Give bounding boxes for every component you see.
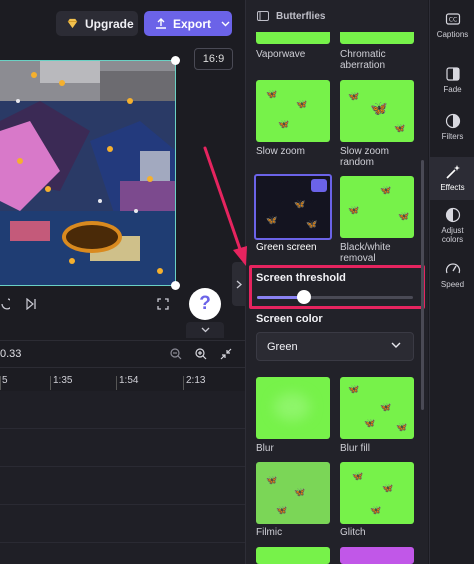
upgrade-button[interactable]: Upgrade bbox=[56, 11, 138, 36]
zoom-in-icon[interactable] bbox=[195, 348, 207, 360]
chevron-down-icon bbox=[201, 327, 209, 333]
editor-root: Upgrade Export 16:9 ? 0.33 5 1:35 1:54 2… bbox=[0, 0, 474, 564]
effect-thumb-black-white-removal[interactable]: 🦋 🦋 🦋 bbox=[340, 176, 414, 238]
effect-thumb[interactable] bbox=[256, 547, 330, 564]
rail-label: Adjust colors bbox=[441, 226, 464, 244]
slider-knob[interactable] bbox=[296, 290, 311, 304]
tick-line bbox=[116, 376, 117, 390]
video-preview[interactable] bbox=[0, 60, 176, 286]
timeline-track[interactable] bbox=[0, 429, 245, 467]
tick-line bbox=[0, 376, 1, 390]
chevron-right-icon bbox=[236, 280, 242, 288]
resize-handle-top[interactable] bbox=[171, 56, 180, 65]
properties-rail: CC Captions Fade Filters Effects Adjust … bbox=[429, 0, 474, 564]
aspect-ratio-button[interactable]: 16:9 bbox=[194, 48, 233, 70]
timeline-ruler: 5 1:35 1:54 2:13 bbox=[0, 367, 245, 391]
upload-icon bbox=[156, 17, 166, 29]
swap-icon bbox=[311, 179, 327, 192]
rail-effects[interactable]: Effects bbox=[430, 157, 474, 200]
timeline-track[interactable] bbox=[0, 505, 245, 543]
fit-timeline-icon[interactable] bbox=[220, 348, 232, 360]
chevron-down-icon bbox=[221, 21, 230, 26]
effect-label: Chromatic aberration bbox=[340, 49, 386, 71]
rail-label: Speed bbox=[440, 280, 465, 289]
expand-panel-tab[interactable] bbox=[232, 262, 246, 306]
export-button[interactable]: Export bbox=[144, 11, 232, 36]
chevron-down-icon bbox=[391, 342, 401, 348]
rail-fade[interactable]: Fade bbox=[430, 66, 474, 100]
editor-left: Upgrade Export 16:9 ? 0.33 5 1:35 1:54 2… bbox=[0, 0, 245, 564]
video-clip-icon bbox=[257, 11, 269, 21]
effect-label: Glitch bbox=[340, 527, 366, 538]
panel-scrollbar[interactable] bbox=[421, 160, 424, 410]
tick-label: 5 bbox=[2, 375, 8, 386]
rail-label: Captions bbox=[436, 30, 469, 39]
svg-text:CC: CC bbox=[448, 17, 456, 24]
rail-label: Effects bbox=[440, 183, 465, 192]
screen-threshold-slider[interactable] bbox=[257, 296, 413, 299]
tick-label: 2:13 bbox=[186, 375, 206, 386]
captions-icon: CC bbox=[445, 13, 460, 25]
clip-title: Butterflies bbox=[276, 10, 326, 22]
screen-color-value: Green bbox=[267, 340, 298, 353]
effect-thumb-blur-fill[interactable]: 🦋 🦋 🦋 🦋 bbox=[340, 377, 414, 439]
effects-icon bbox=[445, 165, 460, 179]
effect-thumb-glitch[interactable]: 🦋 🦋 🦋 bbox=[340, 462, 414, 524]
rail-filters[interactable]: Filters bbox=[430, 113, 474, 147]
rewind-icon[interactable] bbox=[0, 297, 10, 311]
adjust-colors-icon bbox=[445, 207, 460, 223]
timeline-track[interactable] bbox=[0, 391, 245, 429]
diamond-icon bbox=[67, 18, 78, 29]
tick-label: 1:54 bbox=[119, 375, 139, 386]
filters-icon bbox=[445, 113, 460, 129]
zoom-out-icon[interactable] bbox=[170, 348, 182, 360]
tick-line bbox=[183, 376, 184, 390]
effect-thumb-filmic[interactable]: 🦋 🦋 🦋 bbox=[256, 462, 330, 524]
rail-speed[interactable]: Speed bbox=[430, 261, 474, 295]
effect-label: Green screen bbox=[256, 242, 317, 253]
screen-color-label: Screen color bbox=[256, 313, 323, 325]
current-time: 0.33 bbox=[0, 348, 22, 360]
timeline-track[interactable] bbox=[0, 467, 245, 505]
effect-thumb-slow-zoom-random[interactable]: 🦋 🦋 🦋 bbox=[340, 80, 414, 142]
effect-thumb-green-screen[interactable]: 🦋 🦋 🦋 bbox=[254, 174, 332, 240]
effect-thumb-blur[interactable] bbox=[256, 377, 330, 439]
effect-label: Filmic bbox=[256, 527, 283, 538]
resize-handle-bottom[interactable] bbox=[171, 281, 180, 290]
skip-forward-icon[interactable] bbox=[25, 298, 37, 310]
effect-label: Black/white removal bbox=[340, 242, 391, 264]
panel-header: Butterflies bbox=[246, 0, 428, 32]
timeline-tracks[interactable] bbox=[0, 391, 245, 564]
effect-thumb[interactable] bbox=[340, 547, 414, 564]
rail-adjust-colors[interactable]: Adjust colors bbox=[430, 207, 474, 247]
rail-label: Fade bbox=[443, 85, 462, 94]
tick-line bbox=[50, 376, 51, 390]
effect-label: Blur bbox=[256, 443, 274, 454]
timeline-toolbar: 0.33 bbox=[0, 340, 245, 367]
effect-label: Slow zoom random bbox=[340, 146, 389, 168]
speed-icon bbox=[445, 263, 460, 274]
screen-color-select[interactable]: Green bbox=[256, 332, 414, 361]
fade-icon bbox=[445, 67, 460, 81]
screen-threshold-label: Screen threshold bbox=[256, 272, 346, 284]
rail-label: Filters bbox=[441, 132, 464, 141]
effect-label: Vaporwave bbox=[256, 49, 306, 60]
rail-captions[interactable]: CC Captions bbox=[430, 11, 474, 45]
fullscreen-icon[interactable] bbox=[157, 298, 169, 310]
tick-label: 1:35 bbox=[53, 375, 73, 386]
export-label: Export bbox=[173, 16, 212, 31]
effect-label: Slow zoom bbox=[256, 146, 305, 157]
upgrade-label: Upgrade bbox=[85, 16, 134, 31]
collapse-preview-tab[interactable] bbox=[186, 322, 224, 338]
effect-thumb-slow-zoom[interactable]: 🦋 🦋 🦋 bbox=[256, 80, 330, 142]
top-bar: Upgrade Export bbox=[0, 0, 245, 46]
preview-frame-image bbox=[0, 61, 175, 285]
effect-label: Blur fill bbox=[340, 443, 371, 454]
help-button[interactable]: ? bbox=[189, 288, 221, 320]
